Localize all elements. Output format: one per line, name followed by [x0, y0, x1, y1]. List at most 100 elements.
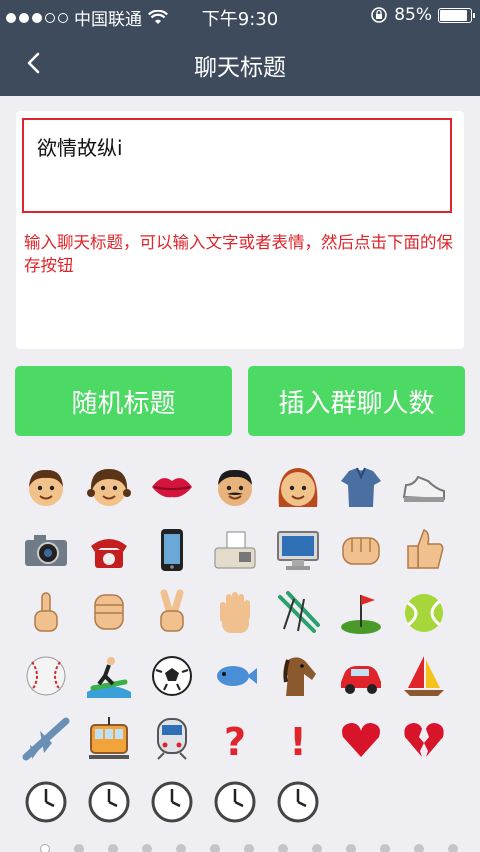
car-icon	[341, 666, 381, 694]
emoji-cell[interactable]	[140, 644, 204, 708]
emoji-cell[interactable]	[140, 707, 204, 771]
surfer-icon	[87, 657, 131, 698]
page-dot[interactable]	[142, 844, 152, 852]
heart-icon	[342, 723, 380, 757]
fax-icon	[214, 531, 256, 569]
question-mark-icon: ?	[224, 720, 246, 763]
woman-face-icon	[278, 468, 318, 507]
page-dot[interactable]	[312, 844, 322, 852]
emoji-cell[interactable]	[329, 644, 393, 708]
emoji-cell[interactable]	[77, 770, 141, 834]
sailboat-icon	[404, 656, 444, 696]
emoji-cell[interactable]	[77, 581, 141, 645]
airplane-icon	[22, 717, 70, 761]
hint-text: 输入聊天标题，可以输入文字或者表情，然后点击下面的保存按钮	[24, 233, 453, 275]
emoji-cell[interactable]	[266, 644, 330, 708]
boy-face-icon	[29, 469, 63, 506]
clock-icon	[151, 781, 193, 823]
emoji-cell[interactable]	[392, 644, 456, 708]
emoji-cell[interactable]	[14, 770, 78, 834]
emoji-cell[interactable]	[329, 455, 393, 519]
emoji-cell[interactable]	[77, 707, 141, 771]
emoji-cell[interactable]	[14, 707, 78, 771]
page-indicator	[40, 844, 480, 852]
emoji-cell[interactable]: ?	[203, 707, 267, 771]
emoji-cell[interactable]	[140, 455, 204, 519]
train-icon	[157, 718, 187, 760]
emoji-cell[interactable]	[203, 770, 267, 834]
emoji-cell[interactable]	[329, 518, 393, 582]
emoji-cell[interactable]	[266, 770, 330, 834]
tram-icon	[89, 717, 129, 759]
page-dot[interactable]	[278, 844, 288, 852]
clock-icon	[277, 781, 319, 823]
emoji-cell[interactable]	[140, 770, 204, 834]
mobile-phone-icon	[161, 529, 183, 571]
emoji-cell[interactable]	[77, 518, 141, 582]
tennis-icon	[405, 594, 443, 632]
emoji-cell[interactable]	[329, 707, 393, 771]
svg-text:!: !	[289, 720, 306, 763]
raised-fist-icon	[94, 594, 124, 630]
emoji-cell[interactable]	[266, 455, 330, 519]
emoji-cell[interactable]	[392, 581, 456, 645]
page-dot[interactable]	[108, 844, 118, 852]
status-right: 85%	[370, 5, 475, 25]
raised-hand-icon	[220, 592, 250, 633]
fish-icon	[217, 666, 257, 686]
emoji-cell[interactable]	[266, 518, 330, 582]
emoji-cell[interactable]	[266, 581, 330, 645]
clock-icon	[88, 781, 130, 823]
emoji-cell[interactable]	[140, 518, 204, 582]
emoji-cell[interactable]	[329, 581, 393, 645]
emoji-cell[interactable]	[140, 581, 204, 645]
emoji-cell[interactable]	[77, 644, 141, 708]
page-dot[interactable]	[346, 844, 356, 852]
page-dot[interactable]	[448, 844, 458, 852]
emoji-cell[interactable]	[392, 455, 456, 519]
random-title-button[interactable]: 随机标题	[15, 366, 232, 436]
soccer-ball-icon	[152, 656, 192, 696]
girl-face-icon	[87, 469, 131, 506]
horse-icon	[283, 657, 316, 696]
page-dot[interactable]	[380, 844, 390, 852]
emoji-cell[interactable]	[203, 581, 267, 645]
battery-percent: 85%	[394, 5, 432, 25]
svg-text:?: ?	[224, 720, 246, 763]
page-dot[interactable]	[414, 844, 424, 852]
emoji-cell[interactable]: !	[266, 707, 330, 771]
man-face-icon	[218, 469, 252, 506]
emoji-cell[interactable]	[14, 644, 78, 708]
page-dot-active[interactable]	[40, 844, 50, 852]
emoji-cell[interactable]	[203, 644, 267, 708]
emoji-cell[interactable]	[203, 455, 267, 519]
camera-icon	[25, 535, 67, 566]
shirt-icon	[341, 467, 381, 507]
insert-member-count-button[interactable]: 插入群聊人数	[248, 366, 465, 436]
emoji-cell[interactable]	[14, 581, 78, 645]
emoji-cell[interactable]	[392, 518, 456, 582]
telephone-icon	[91, 539, 127, 568]
exclamation-icon: !	[289, 720, 306, 763]
sneaker-icon	[402, 475, 445, 502]
page-dot[interactable]	[244, 844, 254, 852]
chat-title-input[interactable]: 欲情故纵i	[22, 118, 452, 213]
baseball-icon	[26, 656, 66, 696]
broken-heart-icon	[404, 723, 444, 757]
thumbs-up-icon	[407, 529, 444, 569]
emoji-cell[interactable]	[14, 455, 78, 519]
ski-icon	[278, 591, 320, 633]
kiss-lips-icon	[152, 478, 192, 498]
emoji-cell[interactable]	[14, 518, 78, 582]
page-dot[interactable]	[210, 844, 220, 852]
clock-icon	[25, 781, 67, 823]
page-title: 聊天标题	[194, 55, 286, 81]
fist-icon	[342, 537, 380, 565]
page-dot[interactable]	[74, 844, 84, 852]
emoji-grid: ?!	[14, 455, 466, 835]
page-dot[interactable]	[176, 844, 186, 852]
emoji-cell[interactable]	[203, 518, 267, 582]
emoji-cell[interactable]	[77, 455, 141, 519]
emoji-cell[interactable]	[392, 707, 456, 771]
rotation-lock-icon	[371, 7, 388, 23]
